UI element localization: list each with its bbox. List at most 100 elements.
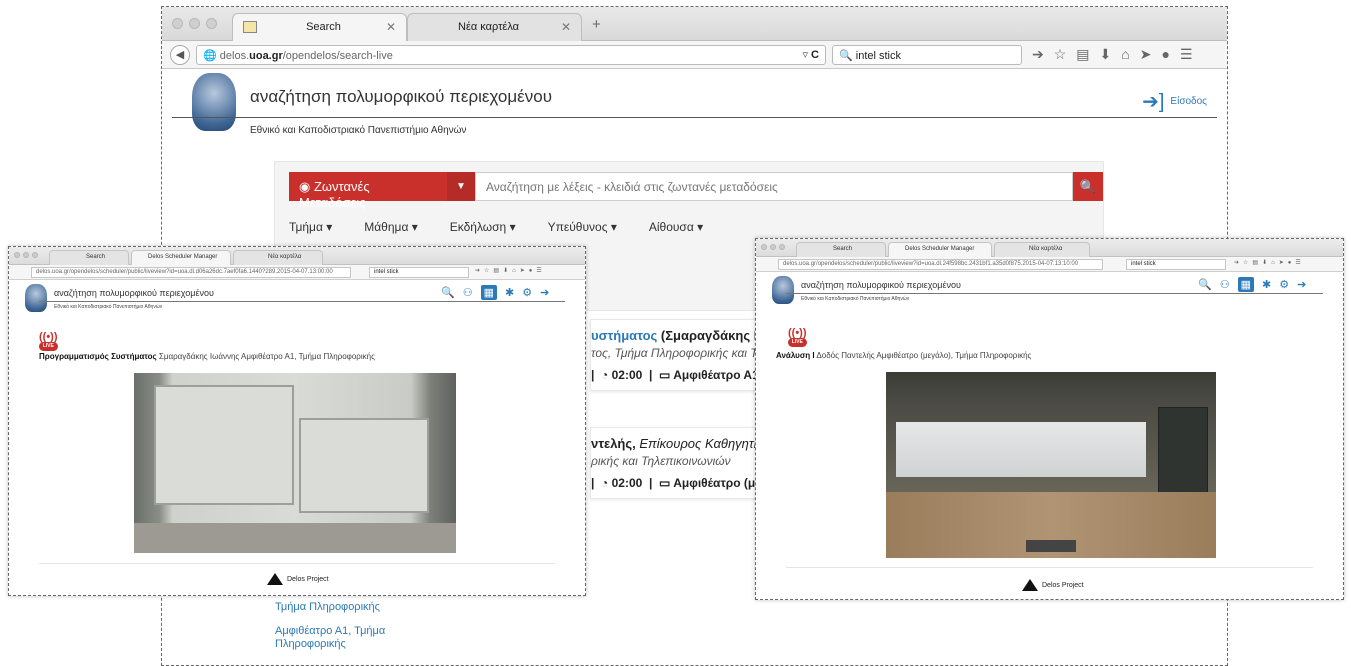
filter-responsible[interactable]: Υπεύθυνος ▾ [548,220,617,234]
tab-search[interactable]: Search ✕ [232,13,407,41]
people-icon[interactable]: ⚇ [463,286,473,299]
search-icon: 🔍 [839,50,856,62]
live-search-input[interactable]: Αναζήτηση με λέξεις - κλειδιά στις ζωντα… [475,172,1073,201]
tab-new[interactable]: Νέα καρτέλα [994,242,1090,257]
site-header: αναζήτηση πολυμορφικού περιεχομένου Εθνι… [756,272,1343,304]
logout-icon[interactable]: ➔ [1297,278,1306,291]
nav-bar: delos.uoa.gr/opendelos/scheduler/public/… [9,265,585,280]
desk [1026,540,1076,552]
dashboard-icon[interactable]: ▦ [480,285,497,300]
university-logo [772,276,794,304]
whiteboard-left [154,385,294,505]
bug-icon[interactable]: ✱ [1262,278,1271,291]
header-divider [39,301,565,302]
tab-scheduler[interactable]: Delos Scheduler Manager [888,242,992,257]
live-badge: ((•)) LIVE [788,327,807,347]
filter-event[interactable]: Εκδήλωση ▾ [450,220,516,234]
broadcast-icon: ◉ [299,179,314,194]
tab-search[interactable]: Search [49,250,129,265]
site-title: αναζήτηση πολυμορφικού περιεχομένου [54,288,214,298]
site-subtitle: Εθνικό και Καποδιστριακό Πανεπιστήμιο Αθ… [250,125,467,136]
delos-project-logo: Delos Project [1022,579,1084,591]
footer-divider [786,567,1313,568]
gear-icon[interactable]: ⚙ [522,286,532,299]
live-badge: ((•)) LIVE [39,331,58,351]
address-bar[interactable]: delos.uoa.gr/opendelos/scheduler/public/… [778,259,1103,270]
dashboard-icon[interactable]: ▦ [1237,277,1254,292]
bookmark-star-icon[interactable]: ☆ [1054,46,1067,63]
site-title: αναζήτηση πολυμορφικού περιεχομένου [250,87,553,106]
header-divider [786,293,1323,294]
university-logo [192,73,236,131]
right-liveview-window: Search Delos Scheduler Manager Νέα καρτέ… [755,238,1344,600]
globe-icon: 🌐 [203,50,220,62]
browser-search-input[interactable]: 🔍 intel stick [832,45,1022,65]
bug-icon[interactable]: ✱ [505,286,514,299]
video-player[interactable] [134,373,456,553]
site-header: αναζήτηση πολυμορφικού περιεχομένου Εθνι… [9,280,585,312]
browser-toolbar: ➔ ☆ ▤ ⬇ ⌂ ➤ ● ☰ [1032,46,1193,63]
university-logo [25,284,47,312]
footer-divider [39,563,555,564]
lecture-info: Ανάλυση Ι Δοδός Παντελής Αμφιθέατρο (μεγ… [776,351,1032,360]
filter-department[interactable]: Τμήμα ▾ [289,220,332,234]
login-link[interactable]: ➔] Είσοδος [1142,89,1207,114]
floor [134,523,456,553]
address-bar[interactable]: delos.uoa.gr/opendelos/scheduler/public/… [31,267,351,278]
home-icon[interactable]: ⌂ [1121,46,1129,63]
filter-course[interactable]: Μάθημα ▾ [364,220,418,234]
browser-toolbar: ➔☆▤⬇⌂➤●☰ [475,268,546,274]
filter-room[interactable]: Αίθουσα ▾ [649,220,703,234]
tab-bar: Search Delos Scheduler Manager Νέα καρτέ… [9,247,585,265]
delos-project-logo: Delos Project [267,573,329,585]
site-subtitle: Εθνικό και Καποδιστριακό Πανεπιστήμιο Αθ… [54,304,163,310]
left-liveview-window: Search Delos Scheduler Manager Νέα καρτέ… [8,246,586,596]
whiteboard-right [299,418,429,513]
site-toolbar: 🔍 ⚇ ▦ ✱ ⚙ ➔ [441,285,549,300]
new-tab-button[interactable]: + [592,16,601,33]
delos-triangle-icon [267,573,283,585]
window-controls[interactable] [172,18,217,29]
search-button[interactable]: 🔍 [1073,172,1103,201]
filter-bar: Τμήμα ▾ Μάθημα ▾ Εκδήλωση ▾ Υπεύθυνος ▾ … [289,220,703,234]
browser-search-input[interactable]: intel stick [1126,259,1226,270]
tab-favicon-icon [243,21,257,34]
live-broadcasts-button[interactable]: ◉ Ζωντανές Μεταδόσεις [289,172,447,210]
chat-icon[interactable]: ● [1161,46,1169,63]
search-icon[interactable]: 🔍 [1198,278,1212,291]
tab-scheduler[interactable]: Delos Scheduler Manager [131,250,231,265]
send-icon[interactable]: ➤ [1140,46,1152,63]
video-player[interactable] [886,372,1216,558]
search-icon[interactable]: 🔍 [441,286,455,299]
department-link[interactable]: Τμήμα Πληροφορικής [275,601,380,614]
header-divider [172,117,1217,118]
projection-screen [896,422,1146,477]
gear-icon[interactable]: ⚙ [1279,278,1289,291]
lecture-info: Προγραμματισμός Συστήματος Σμαραγδάκης Ι… [39,352,375,361]
people-icon[interactable]: ⚇ [1220,278,1230,291]
site-toolbar: 🔍 ⚇ ▦ ✱ ⚙ ➔ [1198,277,1306,292]
site-title: αναζήτηση πολυμορφικού περιεχομένου [801,280,961,290]
back-button[interactable]: ◀ [170,45,190,65]
tab-label: Νέα καρτέλα [458,21,520,33]
download-icon[interactable]: ⬇ [1100,46,1112,63]
room-link[interactable]: Αμφιθέατρο Α1, Τμήμα Πληροφορικής [275,625,395,651]
logout-icon[interactable]: ➔ [540,286,549,299]
nav-bar: delos.uoa.gr/opendelos/scheduler/public/… [756,257,1343,272]
browser-toolbar: ➔☆▤⬇⌂➤●☰ [1234,260,1305,266]
menu-icon[interactable]: ☰ [1180,46,1193,63]
go-arrow-icon[interactable]: ➔ [1032,46,1044,63]
browser-search-input[interactable]: intel stick [369,267,469,278]
reload-icon[interactable]: ▿ C [802,48,819,61]
tab-search[interactable]: Search [796,242,886,257]
tab-bar: Search Delos Scheduler Manager Νέα καρτέ… [756,239,1343,257]
close-tab-icon[interactable]: ✕ [386,20,396,34]
tab-new[interactable]: Νέα καρτέλα [233,250,323,265]
chevron-down-icon[interactable]: ▼ [447,172,475,201]
login-icon: ➔] [1142,91,1165,113]
delos-triangle-icon [1022,579,1038,591]
close-tab-icon[interactable]: ✕ [561,20,571,34]
tab-new[interactable]: Νέα καρτέλα ✕ [407,13,582,41]
reading-list-icon[interactable]: ▤ [1076,46,1089,63]
address-bar[interactable]: 🌐 delos.uoa.gr/opendelos/search-live ▿ C [196,45,826,65]
